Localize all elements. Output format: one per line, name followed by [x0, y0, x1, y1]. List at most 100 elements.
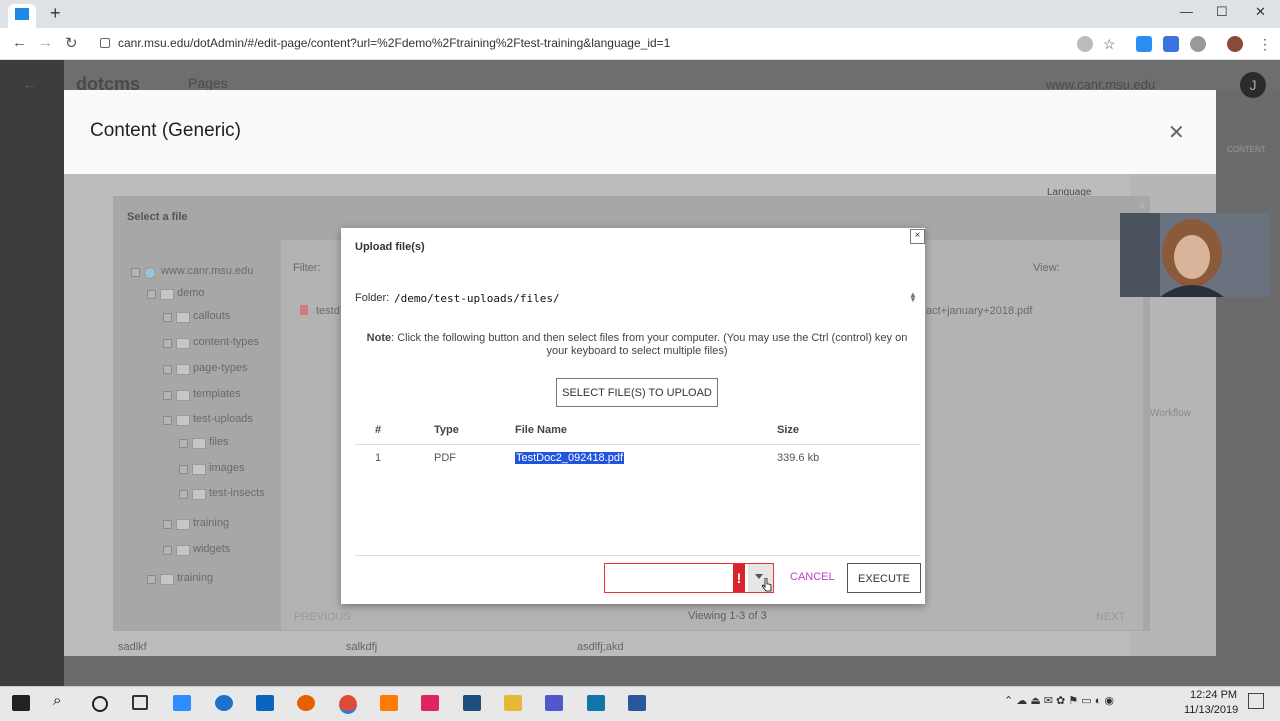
file-explorer-icon[interactable]: [504, 695, 522, 711]
presenter-video: [1120, 213, 1270, 297]
lock-icon: [100, 38, 110, 48]
folder-icon: [160, 574, 174, 585]
execute-button[interactable]: EXECUTE: [847, 563, 921, 593]
tree-item[interactable]: images: [209, 462, 244, 474]
tree-item[interactable]: widgets: [193, 543, 230, 555]
new-tab-button[interactable]: +: [50, 3, 61, 24]
firefox-icon[interactable]: [297, 695, 315, 711]
search-icon[interactable]: ⌕: [53, 692, 61, 709]
task-view-icon[interactable]: [132, 695, 148, 710]
folder-icon: [176, 312, 190, 323]
chrome-icon[interactable]: [339, 695, 357, 714]
system-tray-icons[interactable]: ⌃ ☁ ⏏ ✉ ✿ ⚑ ▭ ◐ ◉: [1004, 694, 1114, 707]
back-button[interactable]: ←: [12, 34, 27, 51]
tree-item[interactable]: callouts: [193, 310, 230, 322]
tree-item[interactable]: demo: [177, 287, 205, 299]
edge-icon[interactable]: [215, 695, 233, 711]
content-modal-title: Content (Generic): [90, 120, 242, 141]
drive-extension-icon[interactable]: [1163, 36, 1179, 52]
tree-expand-icon[interactable]: [179, 465, 188, 474]
column-header-type: Type: [434, 424, 459, 436]
maximize-button[interactable]: ☐: [1216, 4, 1228, 20]
tree-item[interactable]: test-uploads: [193, 413, 253, 425]
tree-item[interactable]: content-types: [193, 336, 259, 348]
zoom-icon[interactable]: [173, 695, 191, 711]
address-bar[interactable]: canr.msu.edu/dotAdmin/#/edit-page/conten…: [118, 36, 670, 50]
column-header-file-name: File Name: [515, 424, 567, 436]
photoshop-icon[interactable]: [463, 695, 481, 711]
tree-expand-icon[interactable]: [179, 490, 188, 499]
upload-dialog-close-button[interactable]: ×: [910, 229, 925, 244]
row-type: PDF: [434, 452, 456, 464]
folder-sort-icon[interactable]: ▲ ▼: [909, 291, 917, 304]
folder-icon: [176, 519, 190, 530]
illustrator-icon[interactable]: [380, 695, 398, 711]
webcam-overlay: [1120, 213, 1270, 297]
file-list-item[interactable]: act+january+2018.pdf: [926, 305, 1032, 317]
tree-item[interactable]: training: [177, 572, 213, 584]
tree-expand-icon[interactable]: [163, 313, 172, 322]
tree-item[interactable]: files: [209, 436, 229, 448]
folder-path: /demo/test-uploads/files/: [394, 292, 560, 305]
app-sidebar: [0, 60, 64, 686]
tree-expand-icon[interactable]: [147, 575, 156, 584]
tree-item[interactable]: page-types: [193, 362, 247, 374]
section-title: Pages: [188, 75, 228, 91]
tree-expand-icon[interactable]: [163, 339, 172, 348]
tree-expand-icon[interactable]: [163, 546, 172, 555]
cancel-button[interactable]: CANCEL: [790, 571, 835, 583]
folder-icon: [176, 415, 190, 426]
file-list-item[interactable]: testd: [316, 305, 340, 317]
profile-avatar[interactable]: [1227, 36, 1243, 52]
bottom-item: sadlkf: [118, 641, 147, 653]
outlook-icon[interactable]: [256, 695, 274, 711]
mouse-cursor-icon: [762, 578, 772, 592]
menu-kebab-icon[interactable]: ⋮: [1258, 36, 1272, 53]
bottom-item: salkdfj: [346, 641, 378, 653]
tree-item[interactable]: www.canr.msu.edu: [161, 265, 253, 277]
clock-time[interactable]: 12:24 PM: [1190, 689, 1237, 701]
extension-icon[interactable]: [1077, 36, 1093, 52]
settings-extension-icon[interactable]: [1190, 36, 1206, 52]
column-header-number: #: [375, 424, 382, 436]
next-button[interactable]: NEXT: [1096, 611, 1125, 623]
row-file-name[interactable]: TestDoc2_092418.pdf: [515, 452, 625, 464]
tree-expand-icon[interactable]: [179, 439, 188, 448]
filter-label: Filter:: [293, 262, 321, 274]
tree-expand-icon[interactable]: [163, 416, 172, 425]
clock-date[interactable]: 11/13/2019: [1184, 704, 1238, 716]
content-tab-label: CONTENT: [1227, 145, 1266, 154]
bookmark-star-icon[interactable]: ☆: [1103, 36, 1119, 52]
notifications-icon[interactable]: [1248, 693, 1264, 709]
skype-icon[interactable]: [587, 695, 605, 711]
previous-button[interactable]: PREVIOUS: [294, 611, 351, 623]
row-number: 1: [375, 452, 382, 464]
tree-expand-icon[interactable]: [163, 365, 172, 374]
select-file-close-icon[interactable]: ×: [1139, 199, 1146, 213]
note-text: : Click the following button and then se…: [391, 332, 908, 357]
window-close-button[interactable]: ✕: [1255, 4, 1266, 20]
teams-icon[interactable]: [545, 695, 563, 711]
note-label: Note: [366, 332, 392, 344]
windows-start-icon[interactable]: [12, 695, 30, 711]
reload-button[interactable]: ↻: [65, 34, 78, 52]
tree-item[interactable]: templates: [193, 388, 241, 400]
tree-item[interactable]: test-insects: [209, 487, 265, 499]
tab-strip: [0, 0, 1280, 28]
indesign-icon[interactable]: [421, 695, 439, 711]
folder-icon: [176, 545, 190, 556]
forward-button[interactable]: →: [38, 34, 53, 51]
minimize-button[interactable]: —: [1180, 4, 1193, 19]
select-files-button[interactable]: SELECT FILE(S) TO UPLOAD: [556, 378, 718, 407]
tree-expand-icon[interactable]: [147, 290, 156, 299]
tree-expand-icon[interactable]: [131, 268, 140, 277]
bottom-item: asdlfj;akd: [577, 641, 624, 653]
word-icon[interactable]: [628, 695, 646, 711]
tree-expand-icon[interactable]: [163, 391, 172, 400]
content-modal-close-button[interactable]: ✕: [1168, 120, 1185, 145]
tree-item[interactable]: training: [193, 517, 229, 529]
honey-extension-icon[interactable]: [1136, 36, 1152, 52]
view-label: View:: [1033, 262, 1060, 274]
cortana-icon[interactable]: [92, 696, 108, 712]
tree-expand-icon[interactable]: [163, 520, 172, 529]
